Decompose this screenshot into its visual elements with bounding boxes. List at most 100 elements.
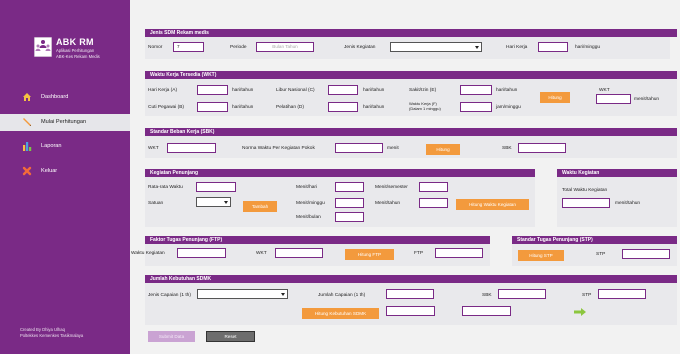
sbk-wkt-input[interactable] xyxy=(167,143,216,153)
ftp-wkt-input[interactable] xyxy=(275,248,323,258)
hari-kerja-a-label: Hari Kerja (A) xyxy=(148,88,178,93)
sakit-input[interactable] xyxy=(460,85,492,95)
submit-data-button[interactable]: Submit Data xyxy=(148,331,195,342)
ftp-wkt-label: WKT xyxy=(256,251,267,256)
jenis-capaian-label: Jenis Capaian (1 th) xyxy=(148,293,191,298)
sidebar-footer: Created By Dhiya Ulhaq Poltekkes Kemenke… xyxy=(20,327,83,339)
hari-kerja-input[interactable] xyxy=(538,42,568,52)
jenis-kegiatan-select[interactable] xyxy=(390,42,482,52)
total-waktu-input[interactable] xyxy=(562,198,610,208)
sbk-result-input[interactable] xyxy=(518,143,566,153)
norma-waktu-label: Norma Waktu Per Kegiatan Pokok xyxy=(242,146,315,151)
wkt-result-unit: menit/tahun xyxy=(634,97,660,102)
nomor-label: Nomor xyxy=(148,45,163,50)
hitung-sbk-button[interactable]: Hitung xyxy=(426,144,460,155)
pelatihan-input[interactable] xyxy=(328,102,358,112)
sidebar-item-mulai-perhitungan[interactable]: Mulai Perhitungan xyxy=(0,114,130,131)
app-title: ABK RM xyxy=(56,37,94,47)
house-icon xyxy=(23,93,31,101)
hitung-ftp-button[interactable]: Hitung FTP xyxy=(345,249,394,260)
sakit-unit: hari/tahun xyxy=(496,88,518,93)
satuan-label: Satuan xyxy=(148,201,164,206)
rata-waktu-input[interactable] xyxy=(196,182,236,192)
libur-label: Libur Nasional (C) xyxy=(276,88,315,93)
sidebar-item-laporan[interactable]: Laporan xyxy=(0,138,130,155)
tambah-button[interactable]: Tambah xyxy=(243,201,277,212)
jenis-sdm-header: Jenis SDM Rekam medis xyxy=(145,29,677,37)
stp-result-input[interactable] xyxy=(622,249,670,259)
jumlah-capaian-input[interactable] xyxy=(386,289,434,299)
rata-waktu-label: Rata-rata Waktu xyxy=(148,185,183,190)
sbk-result-label: SBK xyxy=(502,146,512,151)
footer-institution: Poltekkes Kemenkes Tasikmalaya xyxy=(20,333,84,338)
hitung-kebutuhan-sdmk-button[interactable]: Hitung Kebutuhan SDMK xyxy=(302,308,379,319)
reset-button[interactable]: Reset xyxy=(206,331,255,342)
libur-input[interactable] xyxy=(328,85,358,95)
chevron-down-icon xyxy=(281,293,285,296)
sbk-header: Standar Beban Kerja (SBK) xyxy=(145,128,677,136)
sidebar-item-label: Laporan xyxy=(41,143,62,149)
wkt-header: Waktu Kerja Tersedia (WKT) xyxy=(145,71,677,79)
hari-kerja-a-input[interactable] xyxy=(197,85,228,95)
menit-tahun-input[interactable] xyxy=(419,198,448,208)
wkt-result-input[interactable] xyxy=(596,94,631,104)
app-subtitle-line2: ABK-Kes Rekam Medis xyxy=(56,53,100,59)
sdmk-sbk-input[interactable] xyxy=(498,289,546,299)
ftp-result-input[interactable] xyxy=(435,248,483,258)
nomor-input[interactable]: 7 xyxy=(173,42,204,52)
menit-semester-input[interactable] xyxy=(419,182,448,192)
cuti-input[interactable] xyxy=(197,102,228,112)
waktu-kegiatan-header: Waktu Kegiatan xyxy=(557,169,677,177)
sdmk-result-input[interactable] xyxy=(386,306,435,316)
sidebar-item-keluar[interactable]: Keluar xyxy=(0,163,130,180)
team-logo-icon xyxy=(34,37,52,57)
satuan-select[interactable] xyxy=(196,197,231,207)
pencil-icon xyxy=(23,118,31,126)
sidebar-item-label: Keluar xyxy=(41,168,58,174)
menit-tahun-label: Menit/tahun xyxy=(375,201,401,206)
menit-minggu-input[interactable] xyxy=(335,198,364,208)
menit-hari-input[interactable] xyxy=(335,182,364,192)
sdmk-header: Jumlah Kebutuhan SDMK xyxy=(145,275,677,283)
sdmk-final-input[interactable] xyxy=(462,306,511,316)
wkt-result-label: WKT xyxy=(599,88,610,93)
hitung-waktu-kegiatan-button[interactable]: Hitung Waktu Kegiatan xyxy=(456,199,529,210)
cuti-label: Cuti Pegawai (B) xyxy=(148,105,184,110)
jenis-capaian-select[interactable] xyxy=(197,289,288,299)
sdmk-stp-input[interactable] xyxy=(598,289,646,299)
waktu-kerja-input[interactable] xyxy=(460,102,492,112)
sbk-wkt-label: WKT xyxy=(148,146,159,151)
stp-result-label: STP xyxy=(596,252,606,257)
jumlah-capaian-label: Jumlah Capaian (1 th) xyxy=(318,293,366,298)
stp-header: Standar Tugas Penunjang (STP) xyxy=(512,236,677,244)
periode-label: Periode xyxy=(230,45,247,50)
hari-kerja-a-unit: hari/tahun xyxy=(232,88,254,93)
periode-input[interactable]: Bulan Tahun xyxy=(256,42,314,52)
sidebar-item-dashboard[interactable]: Dashboard xyxy=(0,89,130,106)
chevron-down-icon xyxy=(224,201,228,204)
sakit-label: Sakit/Izin (E) xyxy=(409,88,437,93)
sidebar: ABK RM Aplikasi Perhitungan ABK-Kes Reka… xyxy=(0,0,130,354)
menit-bulan-input[interactable] xyxy=(335,212,364,222)
menit-minggu-label: Menit/minggu xyxy=(296,201,325,206)
hitung-wkt-button[interactable]: Hitung xyxy=(540,92,570,103)
sidebar-item-label: Mulai Perhitungan xyxy=(41,119,87,125)
total-waktu-label: Total Waktu Kegiatan xyxy=(562,188,608,193)
libur-unit: hari/tahun xyxy=(363,88,385,93)
sdmk-sbk-label: SBK xyxy=(482,293,492,298)
ftp-waktu-kegiatan-label: Waktu Kegiatan xyxy=(131,251,165,256)
norma-waktu-unit: menit xyxy=(387,146,399,151)
waktu-kerja-label-sub: (Dalam 1 minggu) xyxy=(409,105,441,111)
total-waktu-unit: menit/tahun xyxy=(615,201,641,206)
menit-hari-label: Menit/hari xyxy=(296,185,318,190)
sdmk-stp-label: STP xyxy=(582,293,592,298)
arrow-right-icon xyxy=(574,308,586,316)
hitung-stp-button[interactable]: Hitung STP xyxy=(518,250,564,261)
sidebar-item-label: Dashboard xyxy=(41,94,69,100)
waktu-kerja-unit: jam/minggu xyxy=(496,105,521,110)
pelatihan-label: Pelatihan (D) xyxy=(276,105,304,110)
ftp-waktu-kegiatan-input[interactable] xyxy=(177,248,226,258)
waktu-kerja-label: Waktu Kerja (F) (Dalam 1 minggu) xyxy=(409,101,441,112)
norma-waktu-input[interactable] xyxy=(335,143,383,153)
ftp-result-label: FTP xyxy=(414,251,424,256)
